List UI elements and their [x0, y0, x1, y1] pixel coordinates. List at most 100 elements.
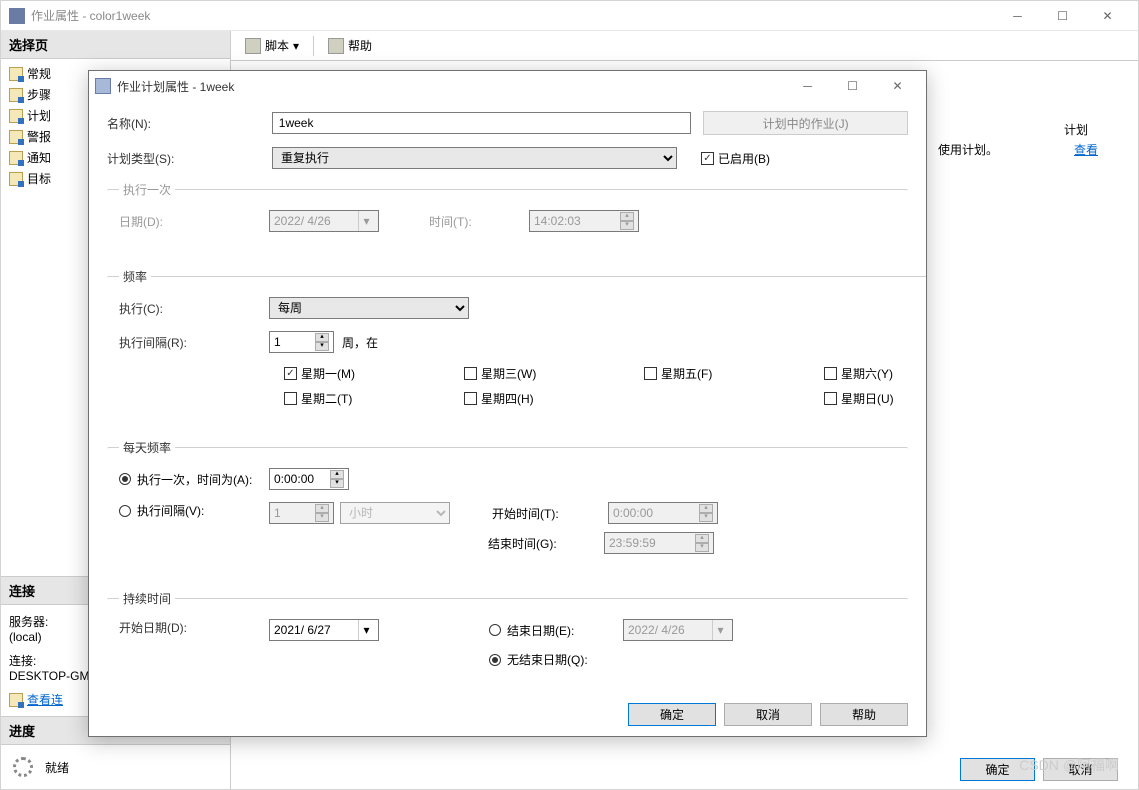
daily-interval-unit: 小时	[340, 502, 450, 524]
days-row-1: 星期一(M) 星期三(W) 星期五(F) 星期六(Y)	[284, 365, 926, 382]
minimize-button[interactable]: ─	[995, 2, 1040, 30]
maximize-button[interactable]: ☐	[1040, 2, 1085, 30]
exec-select[interactable]: 每周	[269, 297, 469, 319]
dialog-cancel-button[interactable]: 取消	[724, 703, 812, 726]
spin-up-icon: ▴	[620, 212, 634, 221]
dialog-help-button[interactable]: 帮助	[820, 703, 908, 726]
script-button[interactable]: 脚本 ▾	[239, 35, 305, 56]
thu-checkbox[interactable]	[464, 392, 477, 405]
bg-col-header: 计划	[1064, 121, 1088, 138]
dialog-win-controls: ─ ☐ ✕	[785, 72, 920, 100]
duration-row: 开始日期(D): 2021/ 6/27 ▾ 结束日期(E): 2022/ 4/2…	[119, 619, 896, 668]
once-legend: 执行一次	[119, 181, 175, 198]
interval-row: 执行间隔(R): 1 ▴▾ 周，在	[119, 331, 926, 353]
sidebar-header: 选择页	[1, 31, 230, 59]
main-toolbar: 脚本 ▾ 帮助	[231, 31, 1138, 61]
daily-once-row: 执行一次，时间为(A): 0:00:00 ▴▾	[119, 468, 896, 490]
no-end-radio[interactable]	[489, 654, 501, 666]
dialog-maximize[interactable]: ☐	[830, 72, 875, 100]
name-input[interactable]	[272, 112, 691, 134]
daily-interval-radio[interactable]	[119, 505, 131, 517]
daily-interval-value: 1 ▴▾	[269, 502, 334, 524]
calendar-icon: ▾	[712, 620, 728, 640]
status-text: 就绪	[45, 759, 69, 776]
view-link[interactable]: 查看	[1074, 141, 1098, 158]
outer-titlebar: 作业属性 - color1week ─ ☐ ✕	[1, 1, 1138, 31]
separator	[313, 36, 314, 56]
fri-checkbox[interactable]	[644, 367, 657, 380]
daily-start-time: 0:00:00 ▴▾	[608, 502, 718, 524]
enabled-checkbox[interactable]	[701, 152, 714, 165]
name-label: 名称(N):	[107, 115, 272, 132]
script-icon	[245, 38, 261, 54]
schedule-dialog: 作业计划属性 - 1week ─ ☐ ✕ 名称(N): 计划中的作业(J) 计划…	[88, 70, 927, 737]
interval-unit: 周，在	[342, 334, 378, 351]
mon-checkbox[interactable]	[284, 367, 297, 380]
once-time-input: 14:02:03 ▴▾	[529, 210, 639, 232]
sun-checkbox[interactable]	[824, 392, 837, 405]
once-row: 日期(D): 2022/ 4/26 ▾ 时间(T): 14:02:03 ▴▾	[119, 210, 896, 232]
app-icon	[9, 8, 25, 24]
page-icon	[9, 67, 23, 81]
link-icon	[9, 693, 23, 707]
enabled-checkbox-row: 已启用(B)	[701, 150, 821, 167]
progress-body: 就绪	[1, 745, 230, 789]
daily-start-label: 开始时间(T):	[492, 505, 602, 522]
spin-down-icon: ▾	[620, 221, 634, 230]
daily-once-radio[interactable]	[119, 473, 131, 485]
once-date-input: 2022/ 4/26 ▾	[269, 210, 379, 232]
daily-legend: 每天频率	[119, 439, 175, 456]
start-date-input[interactable]: 2021/ 6/27 ▾	[269, 619, 379, 641]
page-icon	[9, 172, 23, 186]
once-date-label: 日期(D):	[119, 213, 269, 230]
wed-checkbox[interactable]	[464, 367, 477, 380]
end-date-radio[interactable]	[489, 624, 501, 636]
freq-legend: 频率	[119, 268, 151, 285]
dialog-titlebar: 作业计划属性 - 1week ─ ☐ ✕	[89, 71, 926, 101]
start-date-label: 开始日期(D):	[119, 619, 269, 636]
daily-interval-row: 执行间隔(V): 1 ▴▾ 小时 开始时间(T):	[119, 502, 896, 554]
type-select[interactable]: 重复执行	[272, 147, 677, 169]
daily-end-time: 23:59:59 ▴▾	[604, 532, 714, 554]
dialog-title: 作业计划属性 - 1week	[117, 78, 785, 95]
page-icon	[9, 151, 23, 165]
calendar-icon: ▾	[358, 211, 374, 231]
sat-checkbox[interactable]	[824, 367, 837, 380]
dropdown-icon: ▾	[293, 39, 299, 53]
days-row-2: 星期二(T) 星期四(H) 星期日(U)	[284, 390, 926, 407]
page-icon	[9, 88, 23, 102]
once-fieldset: 执行一次 日期(D): 2022/ 4/26 ▾ 时间(T): 14:02:03…	[107, 181, 908, 256]
type-label: 计划类型(S):	[107, 150, 272, 167]
dialog-close[interactable]: ✕	[875, 72, 920, 100]
jobs-in-plan-button: 计划中的作业(J)	[703, 111, 908, 135]
close-button[interactable]: ✕	[1085, 2, 1130, 30]
dialog-buttons: 确定 取消 帮助	[89, 693, 926, 736]
calendar-icon[interactable]: ▾	[358, 620, 374, 640]
page-icon	[9, 109, 23, 123]
help-button[interactable]: 帮助	[322, 35, 378, 56]
watermark: CSDN @阿福啊	[1019, 755, 1119, 775]
dialog-icon	[95, 78, 111, 94]
exec-label: 执行(C):	[119, 300, 269, 317]
once-time-label: 时间(T):	[429, 213, 529, 230]
name-row: 名称(N): 计划中的作业(J)	[107, 111, 908, 135]
spinner-icon	[13, 757, 33, 777]
interval-input[interactable]: 1 ▴▾	[269, 331, 334, 353]
interval-label: 执行间隔(R):	[119, 334, 269, 351]
dialog-body: 名称(N): 计划中的作业(J) 计划类型(S): 重复执行 已启用(B) 执行…	[89, 101, 926, 693]
tue-checkbox[interactable]	[284, 392, 297, 405]
dialog-ok-button[interactable]: 确定	[628, 703, 716, 726]
duration-legend: 持续时间	[119, 590, 175, 607]
page-icon	[9, 130, 23, 144]
daily-once-time[interactable]: 0:00:00 ▴▾	[269, 468, 349, 490]
daily-fieldset: 每天频率 执行一次，时间为(A): 0:00:00 ▴▾ 执行间隔(V):	[107, 439, 908, 578]
window-title: 作业属性 - color1week	[31, 7, 995, 24]
spin-down-icon[interactable]: ▾	[315, 342, 329, 351]
exec-row: 执行(C): 每周	[119, 297, 926, 319]
help-icon	[328, 38, 344, 54]
window-controls: ─ ☐ ✕	[995, 2, 1130, 30]
daily-end-label: 结束时间(G):	[488, 535, 598, 552]
freq-fieldset: 频率 执行(C): 每周 执行间隔(R): 1 ▴▾ 周，在 星期一(M) 星期…	[107, 268, 926, 427]
dialog-minimize[interactable]: ─	[785, 72, 830, 100]
spin-up-icon[interactable]: ▴	[315, 333, 329, 342]
